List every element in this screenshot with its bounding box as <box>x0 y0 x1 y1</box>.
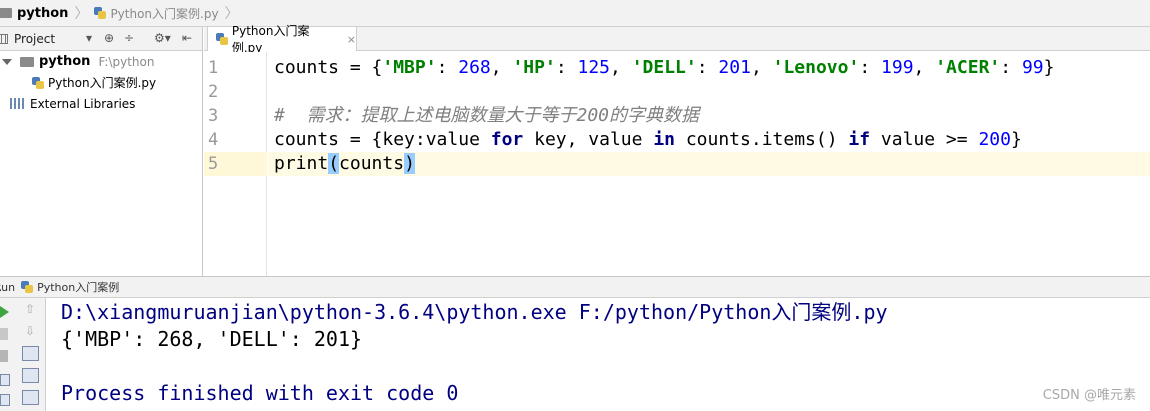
tab-label: Python入门案例.py <box>231 24 310 55</box>
folder-icon <box>20 56 34 67</box>
close-icon[interactable]: × <box>347 33 356 46</box>
print-icon[interactable] <box>22 390 39 405</box>
run-icon[interactable] <box>0 306 9 318</box>
python-file-icon <box>32 76 44 89</box>
line-number: 3 <box>208 106 219 126</box>
python-file-icon <box>216 33 228 45</box>
project-panel: Project ▾ ⊕ ÷ ⚙▾ ⇤ python F:\python Pyth… <box>0 27 203 276</box>
line-number-current: 5 <box>204 152 267 176</box>
tree-file-name: Python入门案例.py <box>48 76 157 90</box>
scroll-down-icon[interactable]: ⇩ <box>25 324 37 338</box>
breadcrumb-file-label: Python入门案例.py <box>110 6 219 21</box>
line-number: 4 <box>208 130 219 150</box>
collapse-icon[interactable]: ÷ <box>124 31 134 45</box>
expand-arrow-icon[interactable] <box>2 58 12 65</box>
folder-icon <box>0 8 12 18</box>
tree-root-path: F:\python <box>98 54 155 69</box>
console-output-line: {'MBP': 268, 'DELL': 201} <box>61 327 363 351</box>
project-toolbar: Project ▾ ⊕ ÷ ⚙▾ ⇤ <box>0 27 202 51</box>
watermark: CSDN @唯元素 <box>1042 388 1136 403</box>
run-console[interactable]: D:\xiangmuruanjian\python-3.6.4\python.e… <box>47 298 1150 411</box>
run-toolbar: ⇧ ⇩ <box>0 298 46 411</box>
gear-icon[interactable]: ⚙▾ <box>154 31 171 45</box>
code-area[interactable]: counts = {'MBP': 268, 'HP': 125, 'DELL':… <box>268 52 1150 276</box>
code-line-current[interactable]: print(counts) <box>268 152 1150 176</box>
tree-root-item[interactable]: python F:\python <box>0 51 202 72</box>
project-title[interactable]: Project <box>14 32 55 46</box>
stop-icon[interactable] <box>0 328 8 340</box>
code-line[interactable]: counts = {key:value for key, value in co… <box>268 128 1150 152</box>
line-number: 2 <box>208 82 219 102</box>
tree-file-item[interactable]: Python入门案例.py <box>0 72 202 93</box>
breadcrumb: python 〉 Python入门案例.py 〉 <box>0 0 1150 27</box>
breadcrumb-root-label: python <box>17 5 69 21</box>
code-line[interactable]: # 需求：提取上述电脑数量大于等于200的字典数据 <box>268 104 1150 128</box>
tree-root-name: python <box>39 54 91 69</box>
library-icon <box>10 98 26 109</box>
tree-external-libraries[interactable]: External Libraries <box>0 93 202 114</box>
hide-icon[interactable]: ⇤ <box>182 31 192 45</box>
pause-icon[interactable] <box>0 350 8 362</box>
line-number: 1 <box>208 58 219 78</box>
soft-wrap-icon[interactable] <box>22 346 39 361</box>
console-exit-line: Process finished with exit code 0 <box>61 381 459 405</box>
run-config-name[interactable]: Python入门案例 <box>37 279 119 295</box>
tab-python-file[interactable]: Python入门案例.py × <box>207 24 357 55</box>
chevron-right-icon: 〉 <box>74 6 89 22</box>
target-icon[interactable]: ⊕ <box>104 31 114 45</box>
layout-icon[interactable] <box>0 374 10 386</box>
code-line[interactable]: counts = {'MBP': 268, 'HP': 125, 'DELL':… <box>268 56 1150 80</box>
python-file-icon <box>21 281 34 293</box>
code-editor: Python入门案例.py × 1 2 3 4 5 counts = {'MBP… <box>204 24 1150 276</box>
pin-icon[interactable] <box>0 394 10 406</box>
dropdown-arrow-icon[interactable]: ▾ <box>86 31 92 45</box>
console-command-line: D:\xiangmuruanjian\python-3.6.4\python.e… <box>61 300 888 324</box>
external-libraries-label: External Libraries <box>30 96 136 111</box>
python-file-icon <box>94 7 107 19</box>
code-line[interactable] <box>268 80 1150 104</box>
project-view-icon <box>0 33 8 44</box>
chevron-right-icon: 〉 <box>224 6 239 22</box>
breadcrumb-project[interactable]: python <box>0 0 72 27</box>
line-number-gutter: 1 2 3 4 5 <box>204 52 267 276</box>
editor-tabs: Python入门案例.py × <box>204 24 1150 55</box>
breadcrumb-file[interactable]: Python入门案例.py <box>90 0 222 27</box>
run-tool-header: Run Python入门案例 <box>0 276 1150 298</box>
scroll-to-end-icon[interactable] <box>22 368 39 383</box>
scroll-up-icon[interactable]: ⇧ <box>25 302 37 316</box>
run-label[interactable]: Run <box>0 281 15 294</box>
ide-window: python 〉 Python入门案例.py 〉 Project ▾ ⊕ ÷ ⚙… <box>0 0 1150 411</box>
